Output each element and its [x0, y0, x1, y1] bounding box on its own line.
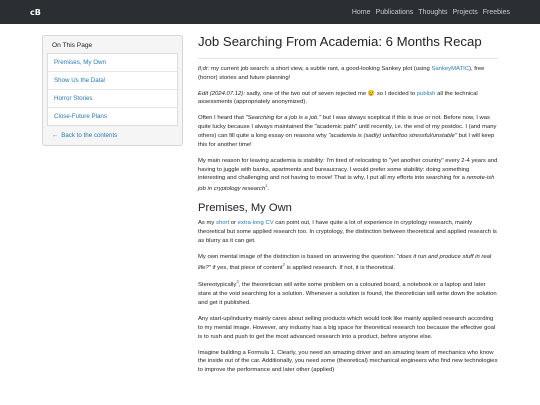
toc-item-close-future-plans[interactable]: Close-Future Plans	[48, 107, 177, 125]
p5-text-b: , the theoretician will write some probl…	[198, 282, 497, 307]
premises-paragraph-4: Any start-up/industry mainly cares about…	[198, 315, 496, 340]
p3-text-a: As my	[198, 220, 216, 227]
section-title-premises: Premises, My Own	[198, 202, 292, 215]
toc-item-show-us-the-data[interactable]: Show Us the Data!	[48, 71, 177, 89]
premises-paragraph-3: Stereotypically3, the theoretician will …	[198, 279, 498, 308]
extra-long-cv-link[interactable]: extra-long CV	[238, 220, 274, 226]
p3-text-b: or	[229, 220, 238, 227]
tldr-paragraph: tl;dr: my current job search: a short vi…	[198, 65, 498, 83]
p2-text-a: My main reason for leaving academia is s…	[198, 157, 498, 182]
edit-label: Edit (2024.07.12):	[198, 90, 245, 97]
edit-text-start: sadly, one of the two out of seven rejec…	[244, 90, 417, 97]
back-to-contents-link[interactable]: ← Back to the contents	[43, 126, 182, 139]
intro-paragraph-1: Often I heard that "Searching for a job …	[198, 114, 498, 149]
p2-text-b: .	[267, 186, 270, 193]
premises-paragraph-5: Imagine building a Formula 1. Clearly, y…	[198, 349, 498, 374]
toc-list: Premises, My Own Show Us the Data! Horro…	[47, 53, 178, 126]
tldr-label: tl;dr:	[198, 65, 210, 72]
p4-text-a: My own mental image of the distinction i…	[198, 253, 397, 260]
title-divider	[198, 57, 498, 59]
publish-link[interactable]: publish	[417, 91, 436, 97]
intro-paragraph-2: My main reason for leaving academia is s…	[198, 157, 498, 194]
nav-home-link[interactable]: Home	[352, 9, 371, 16]
sankeymatic-link[interactable]: SankeyMATIC	[431, 66, 469, 72]
short-cv-link[interactable]: short	[216, 220, 229, 226]
premises-paragraph-1: As my short or extra-long CV can point o…	[198, 219, 498, 246]
nav-freebies-link[interactable]: Freebies	[483, 9, 510, 16]
back-link-label: Back to the contents	[61, 132, 118, 139]
p1-quote-1: "Searching for a job is a job."	[245, 115, 322, 122]
toc-item-horror-stories[interactable]: Horror Stories	[48, 89, 177, 107]
nav-publications-link[interactable]: Publications	[376, 9, 414, 16]
premises-paragraph-2: My own mental image of the distinction i…	[198, 253, 498, 273]
top-navbar: cB Home Publications Thoughts Projects F…	[0, 0, 540, 24]
nav-projects-link[interactable]: Projects	[452, 9, 477, 16]
toc-item-premises[interactable]: Premises, My Own	[48, 54, 177, 71]
p4-text-c: is applied research. If not, it is theor…	[284, 264, 395, 271]
p1-quote-2: "academia is (sadly) unfair/too stressfu…	[328, 133, 457, 139]
page-title: Job Searching From Academia: 6 Months Re…	[198, 34, 482, 49]
nav-thoughts-link[interactable]: Thoughts	[418, 9, 447, 16]
table-of-contents: On This Page Premises, My Own Show Us th…	[42, 35, 183, 146]
edit-note-paragraph: Edit (2024.07.12): sadly, one of the two…	[198, 90, 498, 108]
p4-text-b: if yes, that piece of content	[210, 264, 283, 271]
arrow-left-icon: ←	[52, 132, 59, 139]
site-logo[interactable]: cB	[30, 8, 41, 17]
p1-text-a: Often I heard that	[198, 115, 246, 122]
toc-title: On This Page	[52, 42, 93, 49]
article: Job Searching From Academia: 6 Months Re…	[198, 34, 498, 382]
p5-text-a: Stereotypically	[198, 282, 237, 289]
tldr-text-start: my current job search: a short view, a s…	[209, 65, 432, 72]
main-nav: Home Publications Thoughts Projects Free…	[352, 9, 510, 16]
